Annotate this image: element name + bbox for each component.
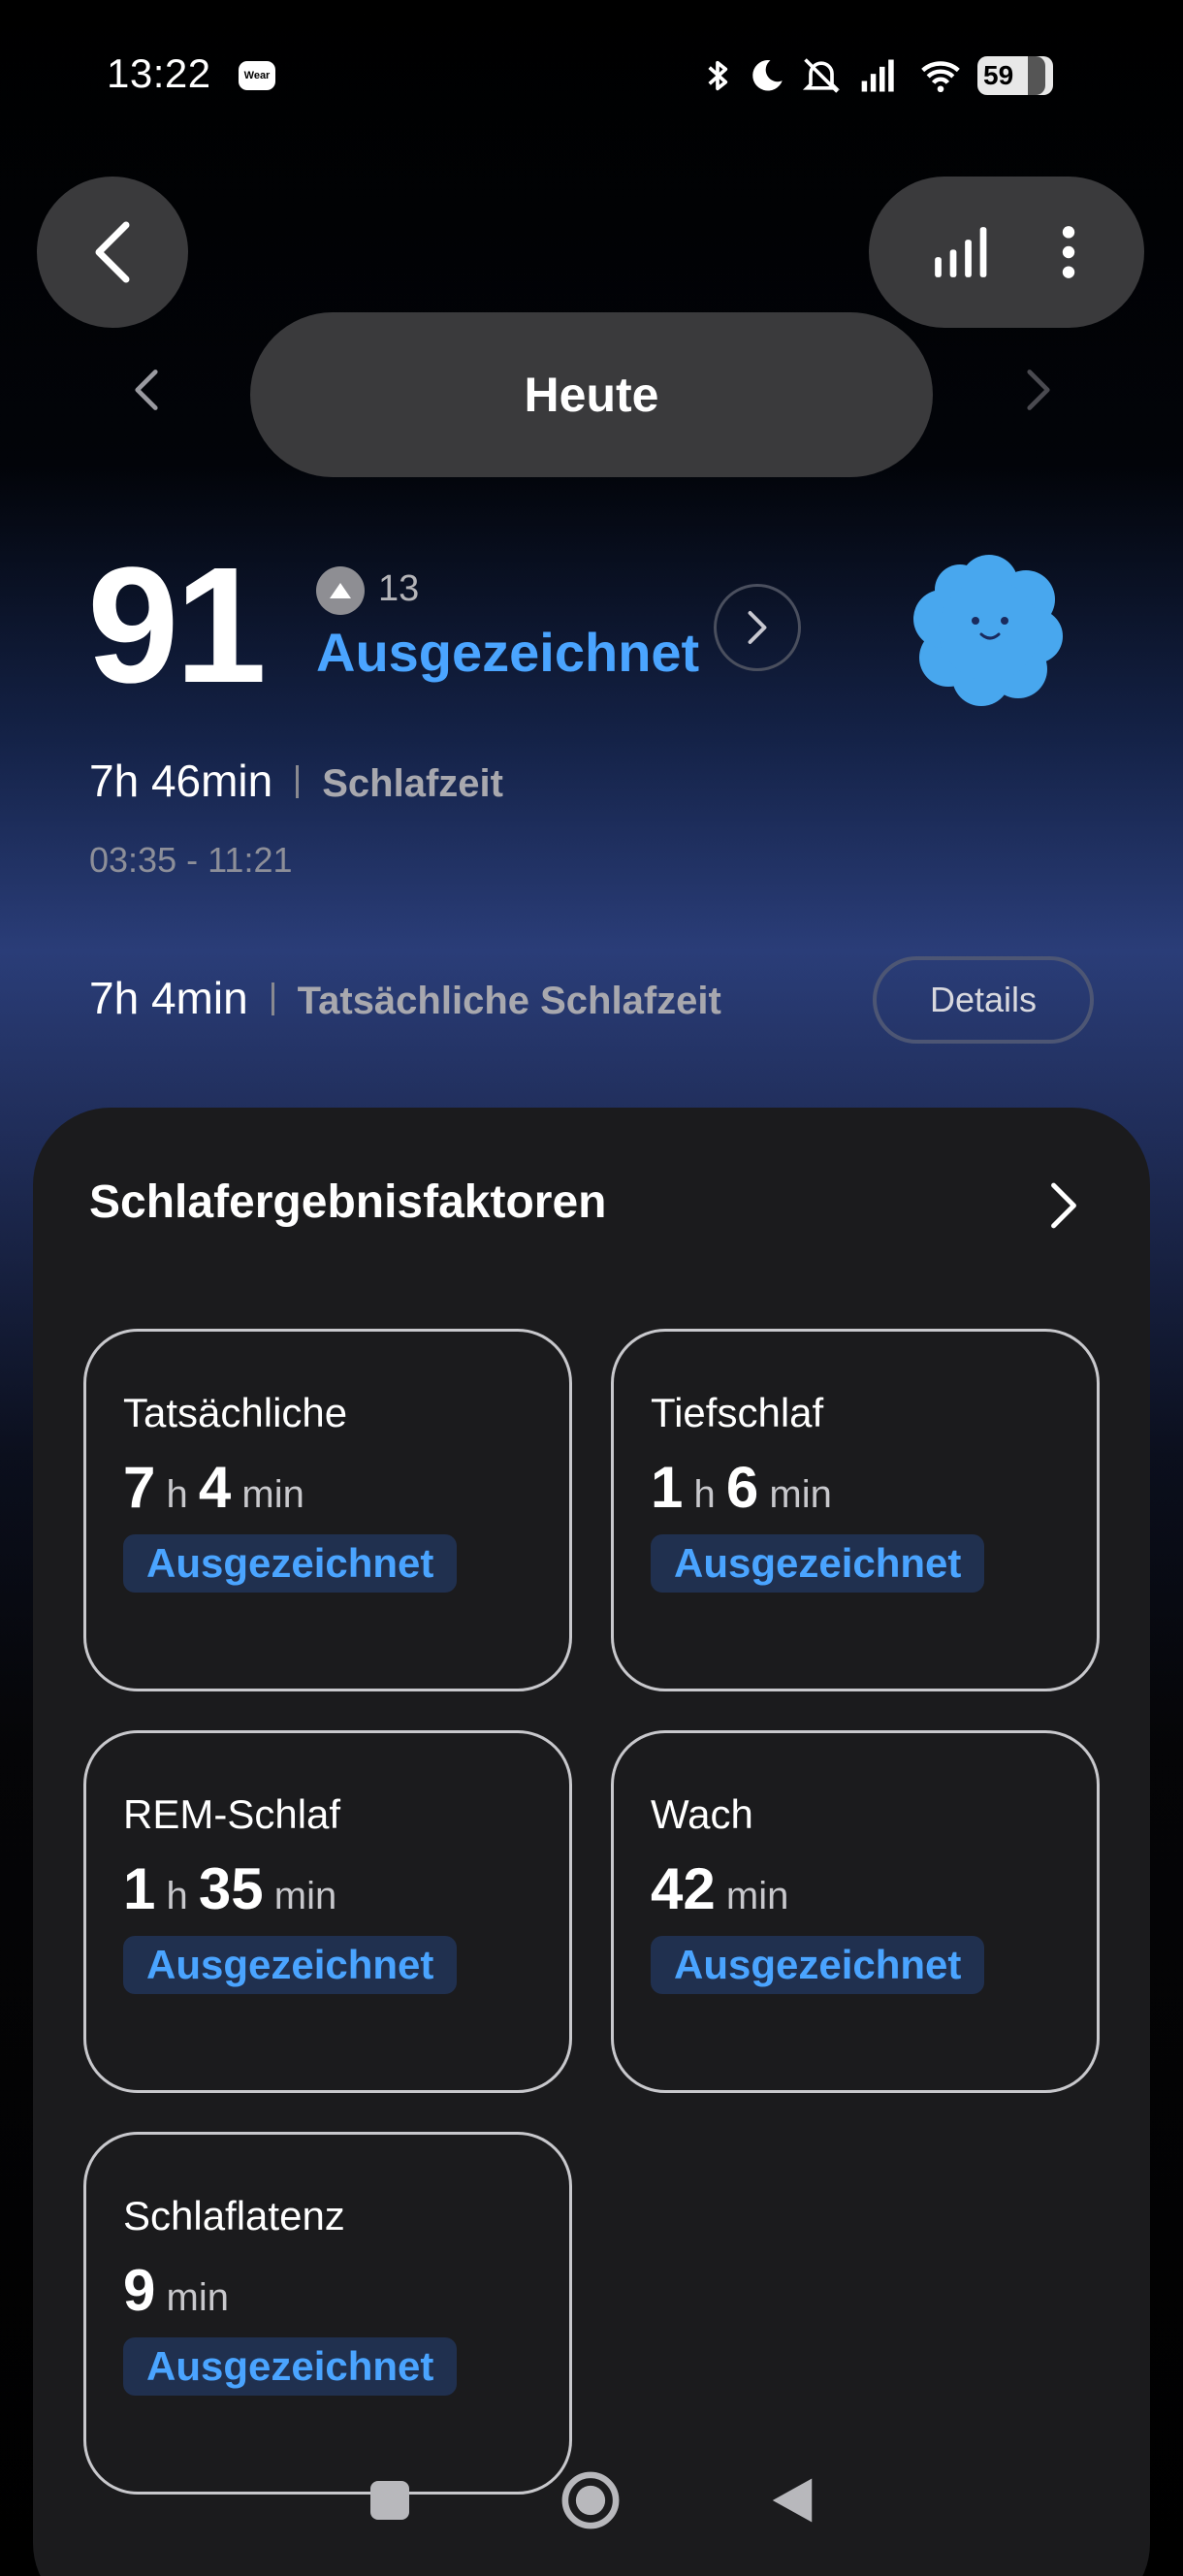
moon-icon (752, 60, 783, 91)
home-icon[interactable] (559, 2468, 623, 2532)
factor-tile-awake[interactable]: Wach 42 min Ausgezeichnet (611, 1730, 1100, 2093)
factor-title: Tatsächliche (123, 1390, 348, 1435)
signal-icon (861, 59, 894, 92)
factor-value: 1 h 6 min (651, 1455, 832, 1520)
factor-value: 7 h 4 min (123, 1455, 304, 1520)
battery-indicator: 59 (977, 56, 1053, 95)
status-icons: 59 (698, 47, 1053, 105)
mute-icon (802, 58, 841, 93)
factor-value: 1 h 35 min (123, 1856, 337, 1921)
chevron-right-icon (1051, 1182, 1076, 1229)
factor-rating-badge: Ausgezeichnet (123, 2337, 458, 2396)
score-delta: 13 (378, 568, 420, 609)
header-actions (869, 177, 1144, 328)
date-selector[interactable]: Heute (250, 312, 933, 477)
sleep-time-range: 03:35 - 11:21 (89, 840, 293, 880)
recent-apps-icon[interactable] (367, 2477, 413, 2524)
triangle-up-icon (316, 566, 365, 615)
factor-tile-rem-sleep[interactable]: REM-Schlaf 1 h 35 min Ausgezeichnet (83, 1730, 572, 2093)
factor-rating-badge: Ausgezeichnet (123, 1936, 458, 1994)
bluetooth-icon (708, 60, 728, 91)
more-vertical-icon[interactable] (1054, 222, 1083, 282)
sleep-duration-row: 7h 46min Schlafzeit (89, 755, 503, 807)
back-button[interactable] (37, 177, 188, 328)
cloud-mascot-icon (913, 555, 1063, 706)
divider (296, 764, 300, 798)
divider (271, 982, 274, 1015)
status-time: 13:22 (107, 50, 211, 96)
factor-tile-deep-sleep[interactable]: Tiefschlaf 1 h 6 min Ausgezeichnet (611, 1329, 1100, 1691)
factor-title: Schlaflatenz (123, 2193, 345, 2238)
battery-level: 59 (983, 60, 1014, 90)
actual-sleep-label: Tatsächliche Schlafzeit (297, 980, 721, 1022)
chevron-left-icon (95, 221, 130, 283)
score-rating: Ausgezeichnet (316, 622, 700, 683)
chevron-left-icon (135, 370, 158, 410)
factor-rating-badge: Ausgezeichnet (651, 1534, 985, 1593)
wifi-icon (921, 61, 960, 93)
bar-chart-icon[interactable] (930, 222, 990, 282)
sleep-duration-label: Schlafzeit (322, 762, 503, 805)
chevron-right-icon (1027, 370, 1050, 410)
factor-rating-badge: Ausgezeichnet (651, 1936, 985, 1994)
factor-tile-actual-sleep[interactable]: Tatsächliche 7 h 4 min Ausgezeichnet (83, 1329, 572, 1691)
factor-title: REM-Schlaf (123, 1791, 341, 1837)
factor-title: Tiefschlaf (651, 1390, 824, 1435)
factor-value: 42 min (651, 1856, 789, 1921)
factor-value: 9 min (123, 2258, 229, 2323)
details-button[interactable]: Details (873, 956, 1094, 1044)
system-navigation-bar (0, 2452, 1183, 2549)
actual-sleep-row: 7h 4min Tatsächliche Schlafzeit (89, 972, 721, 1024)
previous-day-button[interactable] (122, 361, 171, 419)
score-detail-button[interactable] (714, 584, 801, 671)
factor-rating-badge: Ausgezeichnet (123, 1534, 458, 1593)
chevron-right-icon (748, 611, 767, 644)
next-day-button[interactable] (1014, 361, 1063, 419)
factor-title: Wach (651, 1791, 753, 1837)
sleep-duration: 7h 46min (89, 756, 273, 806)
wear-badge: Wear (239, 61, 275, 90)
factor-tile-sleep-latency[interactable]: Schlaflatenz 9 min Ausgezeichnet (83, 2132, 572, 2495)
factors-more-button[interactable] (1039, 1179, 1088, 1232)
sleep-score: 91 (87, 533, 267, 718)
factors-title[interactable]: Schlafergebnisfaktoren (89, 1175, 606, 1229)
back-nav-icon[interactable] (768, 2474, 816, 2527)
actual-sleep-duration: 7h 4min (89, 973, 248, 1023)
